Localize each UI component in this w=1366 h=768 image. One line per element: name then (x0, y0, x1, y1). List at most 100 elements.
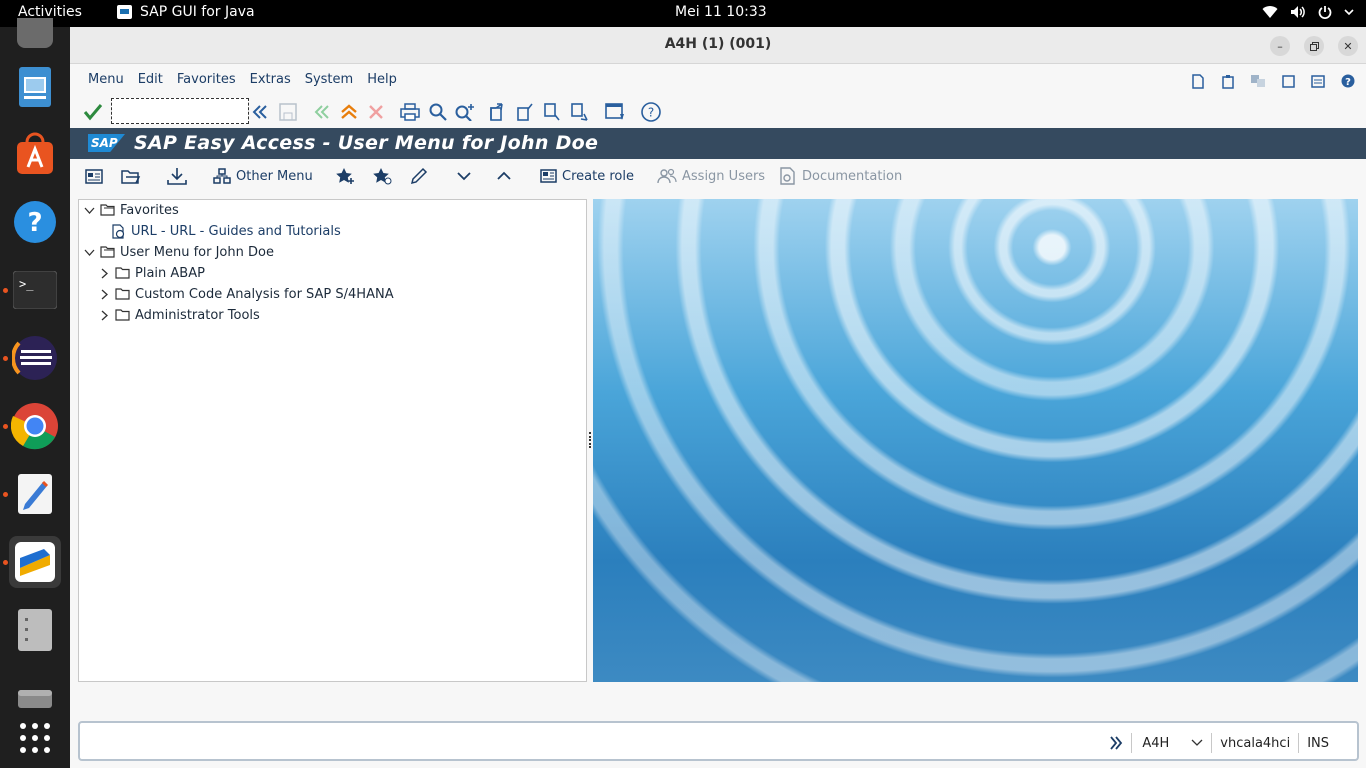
sap-gui-app-icon (117, 5, 132, 19)
tree-label-user-menu: User Menu for John Doe (120, 244, 274, 260)
assign-users-label: Assign Users (682, 168, 766, 184)
clipboard-icon[interactable] (1220, 73, 1236, 89)
help-circle-icon[interactable]: ? (640, 101, 662, 123)
open-folder-icon[interactable] (121, 166, 141, 186)
tree-folder-label: Plain ABAP (135, 265, 205, 281)
documentation-button[interactable]: Documentation (779, 166, 902, 186)
help-menu-icon[interactable]: ? (1340, 73, 1356, 89)
svg-text:?: ? (27, 208, 42, 238)
create-role-icon (540, 169, 557, 183)
chevron-right-icon[interactable] (98, 267, 110, 279)
clock[interactable]: Mei 11 10:33 (675, 4, 767, 20)
chevron-down-icon[interactable] (83, 204, 95, 216)
collapse-chevron-up-icon[interactable] (497, 166, 511, 186)
menu-menu[interactable]: Menu (88, 72, 124, 87)
cancel-icon (365, 101, 387, 123)
tree-node-user-menu[interactable]: User Menu for John Doe (83, 242, 274, 262)
create-role-button[interactable]: Create role (540, 166, 634, 186)
layout-icon[interactable] (1250, 73, 1266, 89)
app-center-icon[interactable] (9, 128, 61, 180)
double-chevron-left-icon[interactable] (249, 101, 271, 123)
change-favorite-icon[interactable] (372, 166, 392, 186)
create-role-label: Create role (562, 168, 634, 184)
first-page-icon[interactable] (488, 101, 510, 123)
find-icon[interactable] (427, 101, 449, 123)
menu-edit[interactable]: Edit (138, 72, 163, 87)
system-tray[interactable] (1262, 5, 1354, 19)
assign-users-button[interactable]: Assign Users (657, 166, 765, 186)
last-page-icon[interactable] (569, 101, 591, 123)
double-chevron-right-icon[interactable] (1109, 736, 1123, 750)
status-system[interactable]: A4H (1142, 736, 1169, 751)
window-titlebar[interactable]: A4H (1) (001) – ✕ (70, 27, 1366, 64)
svg-text:>_: >_ (19, 277, 34, 291)
enter-check-icon[interactable] (82, 101, 104, 123)
tree-folder-label: Custom Code Analysis for SAP S/4HANA (135, 286, 394, 302)
save-icon (277, 101, 299, 123)
status-server: vhcala4hci (1220, 735, 1291, 751)
menu-extras[interactable]: Extras (250, 72, 291, 87)
menu-favorites[interactable]: Favorites (177, 72, 236, 87)
add-favorite-icon[interactable] (335, 166, 355, 186)
layout-menu-icon[interactable] (604, 101, 626, 123)
tree-node-folder[interactable]: Custom Code Analysis for SAP S/4HANA (98, 284, 394, 304)
find-next-icon[interactable] (454, 101, 476, 123)
screen-header: SAP SAP Easy Access - User Menu for John… (70, 128, 1366, 159)
next-page-icon[interactable] (542, 101, 564, 123)
window-icon[interactable] (1280, 73, 1296, 89)
menu-icon[interactable] (85, 166, 103, 186)
tree-node-favorites[interactable]: Favorites (83, 200, 179, 220)
print-icon[interactable] (399, 101, 421, 123)
chevron-down-icon (1344, 9, 1354, 16)
url-link-icon (112, 223, 125, 239)
command-field[interactable] (111, 98, 249, 124)
expand-chevron-down-icon[interactable] (457, 166, 471, 186)
active-app-indicator[interactable]: SAP GUI for Java (117, 4, 255, 20)
easy-access-background-image (593, 199, 1358, 682)
dock: ? >_ (0, 18, 70, 768)
status-separator (1211, 733, 1213, 753)
chevron-down-icon[interactable] (83, 246, 95, 258)
sap-logo: SAP (88, 134, 125, 152)
chevron-right-icon[interactable] (98, 288, 110, 300)
new-session-icon[interactable] (1190, 73, 1206, 89)
other-menu-label: Other Menu (236, 168, 313, 184)
files-icon[interactable] (9, 61, 61, 113)
window-title: A4H (1) (001) (664, 36, 772, 52)
text-editor-icon[interactable] (3, 468, 61, 520)
minimize-button[interactable]: – (1270, 36, 1290, 56)
dock-top-icon[interactable] (9, 7, 61, 59)
splitter-handle[interactable] (588, 432, 592, 448)
terminal-icon[interactable]: >_ (3, 264, 61, 316)
sap-gui-icon[interactable] (3, 536, 61, 588)
chevron-right-icon[interactable] (98, 309, 110, 321)
pencil-icon[interactable] (410, 166, 428, 186)
tree-node-folder[interactable]: Plain ABAP (98, 263, 205, 283)
exit-icon[interactable] (338, 101, 360, 123)
close-button[interactable]: ✕ (1338, 36, 1358, 56)
folder-icon (115, 309, 130, 321)
chrome-icon[interactable] (3, 400, 61, 452)
eclipse-icon[interactable] (3, 332, 61, 384)
customize-icon[interactable] (1310, 73, 1326, 89)
sap-window: A4H (1) (001) – ✕ Menu Edit Favorites Ex… (70, 27, 1366, 768)
folder-open-icon (100, 246, 115, 258)
chevron-down-icon[interactable] (1191, 739, 1203, 747)
status-mode[interactable]: INS (1307, 736, 1329, 751)
documentation-icon (780, 167, 795, 185)
tree-label-favorites: Favorites (120, 202, 179, 218)
menu-help[interactable]: Help (367, 72, 397, 87)
other-menu-button[interactable]: Other Menu (213, 166, 313, 186)
restore-icon (1309, 41, 1319, 51)
archive-icon[interactable] (9, 604, 61, 656)
previous-page-icon[interactable] (515, 101, 537, 123)
maximize-button[interactable] (1304, 36, 1324, 56)
system-top-bar: Activities SAP GUI for Java Mei 11 10:33 (0, 0, 1366, 27)
download-icon[interactable] (167, 166, 187, 186)
menu-system[interactable]: System (305, 72, 353, 87)
documentation-label: Documentation (802, 168, 903, 184)
help-icon[interactable]: ? (9, 196, 61, 248)
tree-node-folder[interactable]: Administrator Tools (98, 305, 260, 325)
tree-node-favorites-url[interactable]: URL - URL - Guides and Tutorials (111, 221, 341, 241)
app-grid-icon[interactable] (9, 712, 61, 764)
